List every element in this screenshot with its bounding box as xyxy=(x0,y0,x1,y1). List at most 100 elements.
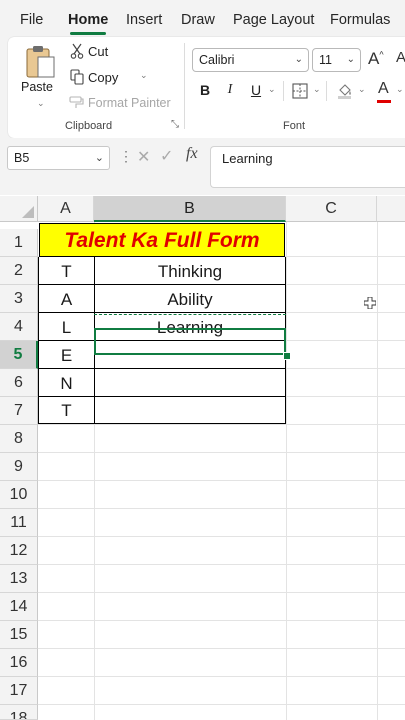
fill-color-chevron-icon[interactable]: ⌄ xyxy=(358,84,366,95)
clipboard-group-label: Clipboard xyxy=(65,120,113,132)
column-header-a[interactable]: A xyxy=(38,196,94,222)
copy-chevron-icon[interactable]: ⌄ xyxy=(140,70,148,81)
underline-button[interactable]: U xyxy=(247,82,265,98)
grow-font-button[interactable]: A^ xyxy=(368,49,384,69)
cell-a2[interactable]: T xyxy=(39,258,94,285)
gridline xyxy=(38,592,405,593)
name-box[interactable]: B5 ⌄ xyxy=(7,146,110,170)
column-header-d[interactable] xyxy=(377,196,405,222)
gridline xyxy=(38,648,405,649)
title-text: Talent Ka Full Form xyxy=(64,229,260,252)
paste-icon xyxy=(26,46,55,78)
tab-insert[interactable]: Insert xyxy=(126,12,162,28)
active-cell-border xyxy=(94,328,286,355)
column-header-b[interactable]: B xyxy=(94,196,286,222)
cell-b2[interactable]: Thinking xyxy=(95,258,285,285)
clipboard-launcher-icon[interactable]: ⤡ xyxy=(171,119,179,130)
row-header-3[interactable]: 3 xyxy=(0,285,38,313)
shrink-font-icon: A xyxy=(396,49,405,66)
gridline xyxy=(38,564,405,565)
active-tab-indicator xyxy=(70,32,106,35)
row-header-9[interactable]: 9 xyxy=(0,453,38,481)
row-header-13[interactable]: 13 xyxy=(0,565,38,593)
row-header-14[interactable]: 14 xyxy=(0,593,38,621)
row-header-5[interactable]: 5 xyxy=(0,341,38,369)
font-color-chevron-icon[interactable]: ⌄ xyxy=(396,84,404,95)
column-header-c[interactable]: C xyxy=(286,196,377,222)
row-header-7[interactable]: 7 xyxy=(0,397,38,425)
paste-label: Paste xyxy=(21,80,53,94)
format-painter-icon xyxy=(69,96,84,108)
cut-button[interactable]: Cut xyxy=(68,42,128,62)
grow-font-icon: A xyxy=(368,49,380,68)
gridline xyxy=(38,508,405,509)
fill-handle[interactable] xyxy=(283,352,291,360)
row-header-6[interactable]: 6 xyxy=(0,369,38,397)
row-header-2[interactable]: 2 xyxy=(0,257,38,285)
font-family-select[interactable]: Calibri ⌄ xyxy=(192,48,309,72)
tab-formulas[interactable]: Formulas xyxy=(330,12,390,28)
font-family-value: Calibri xyxy=(199,53,235,67)
format-painter-button[interactable]: Format Painter xyxy=(68,94,173,114)
row-header-12[interactable]: 12 xyxy=(0,537,38,565)
enter-icon[interactable]: ✓ xyxy=(160,146,173,166)
formula-input[interactable]: Learning xyxy=(210,146,405,188)
underline-chevron-icon[interactable]: ⌄ xyxy=(268,84,276,95)
copy-button[interactable]: Copy ⌄ xyxy=(68,68,148,88)
chevron-down-icon: ⌄ xyxy=(294,54,303,65)
row-header-11[interactable]: 11 xyxy=(0,509,38,537)
gridline xyxy=(38,676,405,677)
tab-file[interactable]: File xyxy=(20,12,43,28)
cell-a7[interactable]: T xyxy=(39,397,94,424)
italic-button[interactable]: I xyxy=(221,82,239,98)
font-color-button[interactable]: A xyxy=(378,80,389,98)
select-all-button[interactable] xyxy=(0,196,38,222)
tab-page-layout[interactable]: Page Layout xyxy=(233,12,314,28)
cell-a6[interactable]: N xyxy=(39,370,94,397)
gridline xyxy=(38,620,405,621)
bold-button[interactable]: B xyxy=(196,82,214,98)
row-header-4[interactable]: 4 xyxy=(0,313,38,341)
borders-chevron-icon[interactable]: ⌄ xyxy=(313,84,321,95)
format-divider xyxy=(283,81,284,101)
row-header-17[interactable]: 17 xyxy=(0,677,38,705)
cell-a3[interactable]: A xyxy=(39,286,94,313)
cell-a4[interactable]: L xyxy=(39,314,94,341)
cancel-icon[interactable]: ✕ xyxy=(137,147,150,167)
chevron-down-icon: ⌄ xyxy=(346,54,355,65)
row-header-10[interactable]: 10 xyxy=(0,481,38,509)
title-cell[interactable]: Talent Ka Full Form xyxy=(39,223,285,257)
font-color-icon: A xyxy=(378,80,389,97)
row-header-1[interactable]: 1 xyxy=(0,229,38,257)
gridline xyxy=(286,222,287,720)
font-size-value: 11 xyxy=(319,53,332,67)
format-divider xyxy=(326,81,327,101)
cell-cursor-icon xyxy=(364,297,376,309)
paste-chevron-icon[interactable]: ⌄ xyxy=(37,98,45,109)
select-all-icon xyxy=(22,206,34,218)
borders-icon[interactable] xyxy=(292,83,308,99)
row-header-8[interactable]: 8 xyxy=(0,425,38,453)
row-header-15[interactable]: 15 xyxy=(0,621,38,649)
cell-b6[interactable] xyxy=(95,370,285,397)
fill-color-icon[interactable] xyxy=(336,81,354,99)
cell-a5[interactable]: E xyxy=(39,342,94,369)
chevron-down-icon: ⌄ xyxy=(94,152,104,164)
font-size-select[interactable]: 11 ⌄ xyxy=(312,48,361,72)
more-options-icon[interactable]: ⋮ xyxy=(119,148,133,165)
paste-button[interactable]: Paste ⌄ xyxy=(21,43,60,108)
row-header-16[interactable]: 16 xyxy=(0,649,38,677)
font-group-label: Font xyxy=(283,120,306,132)
scissors-icon xyxy=(70,43,84,59)
insert-function-button[interactable]: fx xyxy=(186,145,198,163)
cell-b3[interactable]: Ability xyxy=(95,286,285,313)
cell-b7[interactable] xyxy=(95,397,285,424)
font-color-swatch xyxy=(377,100,391,103)
gridline xyxy=(38,424,405,425)
shrink-font-button[interactable]: A xyxy=(396,49,405,66)
gridline xyxy=(377,222,378,720)
format-painter-label: Format Painter xyxy=(88,96,171,110)
row-header-18[interactable]: 18 xyxy=(0,705,38,720)
tab-home[interactable]: Home xyxy=(68,12,108,28)
tab-draw[interactable]: Draw xyxy=(181,12,215,28)
